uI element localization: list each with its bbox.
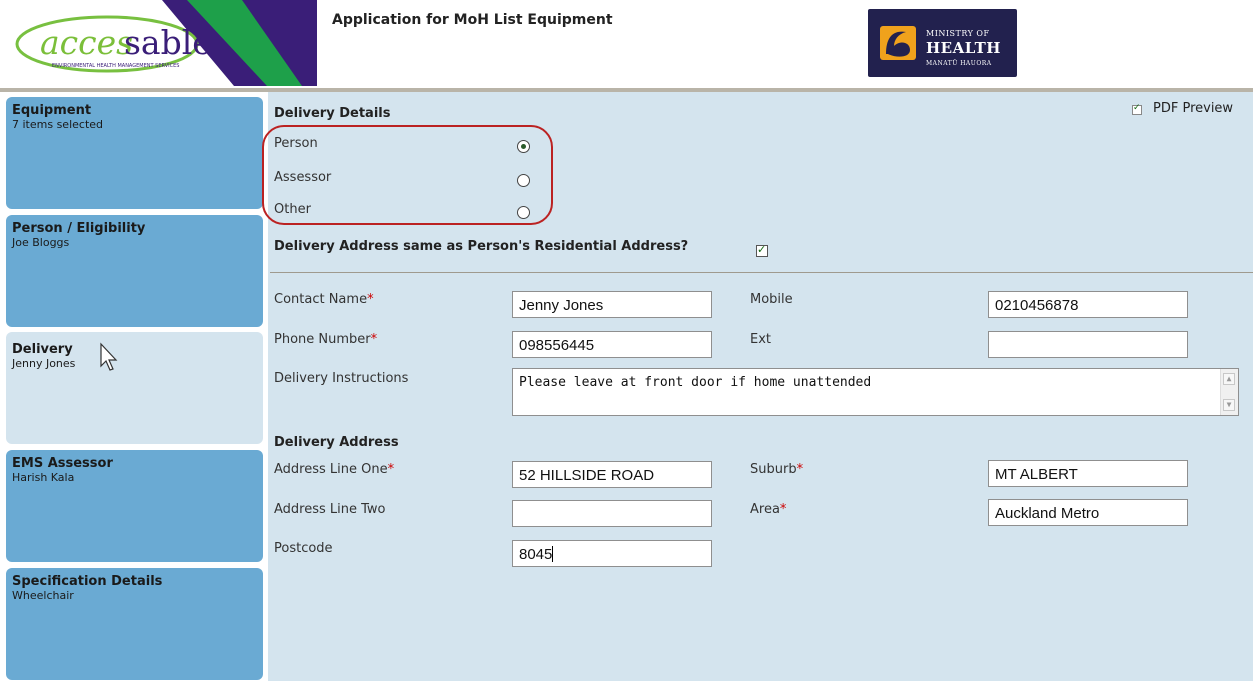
moh-mark-icon — [880, 26, 916, 60]
ext-input[interactable] — [988, 331, 1188, 358]
sidebar-item-ems-assessor[interactable]: EMS Assessor Harish Kala — [6, 450, 263, 562]
scroll-down-icon[interactable]: ▼ — [1223, 399, 1235, 411]
suburb-input[interactable]: MT ALBERT — [988, 460, 1188, 487]
phone-number-label: Phone Number* — [274, 332, 378, 347]
ministry-of-health-logo: MINISTRY OF HEALTH MANATŪ HAUORA — [868, 9, 1017, 77]
pdf-preview-label: PDF Preview — [1153, 101, 1234, 116]
postcode-label: Postcode — [274, 541, 333, 556]
phone-number-input[interactable]: 098556445 — [512, 331, 712, 358]
contact-name-label: Contact Name* — [274, 292, 374, 307]
sidebar-item-person-eligibility[interactable]: Person / Eligibility Joe Bloggs — [6, 215, 263, 327]
suburb-label: Suburb* — [750, 462, 804, 477]
mouse-pointer-icon — [100, 342, 118, 371]
same-address-checkbox[interactable] — [756, 243, 768, 257]
area-label: Area* — [750, 502, 787, 517]
pdf-preview-checkbox[interactable] — [1132, 103, 1142, 115]
delivery-option-assessor-radio[interactable] — [517, 174, 530, 187]
ext-label: Ext — [750, 332, 772, 347]
sidebar-item-equipment[interactable]: Equipment 7 items selected — [6, 97, 263, 209]
text-caret — [552, 546, 554, 562]
svg-text:ENVIRONMENTAL HEALTH MANAGEMEN: ENVIRONMENTAL HEALTH MANAGEMENT SERVICES — [52, 63, 179, 69]
instructions-scrollbar[interactable]: ▲ ▼ — [1220, 369, 1238, 415]
delivery-option-person-radio[interactable] — [517, 140, 530, 153]
accessable-logo: acces sable ENVIRONMENTAL HEALTH MANAGEM… — [12, 0, 317, 86]
delivery-option-other-radio[interactable] — [517, 206, 530, 219]
sidebar-item-specification-details[interactable]: Specification Details Wheelchair — [6, 568, 263, 680]
area-input[interactable]: Auckland Metro — [988, 499, 1188, 526]
delivery-address-heading: Delivery Address — [274, 435, 399, 450]
sidebar-item-delivery[interactable]: Delivery Jenny Jones — [6, 332, 263, 444]
same-address-label: Delivery Address same as Person's Reside… — [274, 239, 689, 254]
address-line-two-label: Address Line Two — [274, 502, 386, 517]
mobile-label: Mobile — [750, 292, 793, 307]
contact-name-input[interactable]: Jenny Jones — [512, 291, 712, 318]
address-line-one-label: Address Line One* — [274, 462, 395, 477]
svg-text:sable: sable — [124, 23, 212, 62]
page-header: acces sable ENVIRONMENTAL HEALTH MANAGEM… — [0, 0, 1253, 92]
app-title: Application for MoH List Equipment — [332, 12, 613, 28]
mobile-input[interactable]: 0210456878 — [988, 291, 1188, 318]
delivery-instructions-textarea[interactable]: Please leave at front door if home unatt… — [512, 368, 1239, 416]
delivery-option-other-label: Other — [274, 202, 311, 217]
sidebar: Equipment 7 items selected Person / Elig… — [0, 92, 268, 681]
delivery-instructions-text: Please leave at front door if home unatt… — [519, 375, 872, 390]
postcode-value: 8045 — [519, 546, 553, 563]
scroll-up-icon[interactable]: ▲ — [1223, 373, 1235, 385]
section-divider — [270, 272, 1253, 273]
address-line-two-input[interactable] — [512, 500, 712, 527]
svg-text:acces: acces — [40, 23, 133, 62]
delivery-option-assessor-label: Assessor — [274, 170, 332, 185]
delivery-option-person-label: Person — [274, 136, 318, 151]
postcode-input[interactable]: 8045 — [512, 540, 712, 567]
delivery-instructions-label: Delivery Instructions — [274, 371, 409, 386]
delivery-details-heading: Delivery Details — [274, 106, 391, 121]
address-line-one-input[interactable]: 52 HILLSIDE ROAD — [512, 461, 712, 488]
